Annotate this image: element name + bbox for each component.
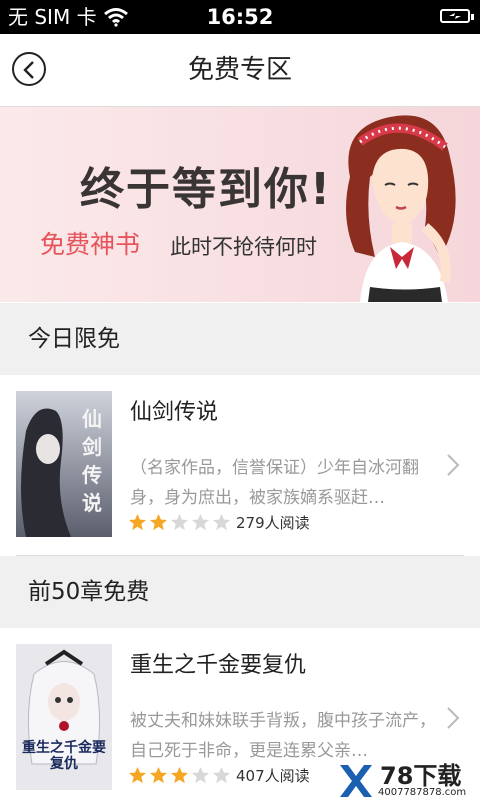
cover-title: 重生之千金要复仇 [22,740,106,772]
promo-banner[interactable]: 终于等到你! 免费神书 此时不抢待何时 [0,107,480,302]
section-label: 前50章免费 [28,579,150,605]
book-cover: 重生之千金要复仇 [16,644,112,790]
book-description: （名家作品，信誉保证）少年自冰河翻身，身为庶出，被家族嫡系驱赶… [130,458,419,508]
nav-bar: 免费专区 [0,34,480,107]
star-filled-icon [149,766,168,784]
star-empty-icon [212,513,231,531]
read-count: 279人阅读 [236,514,310,532]
battery-icon [440,9,474,23]
book-description: 被丈夫和妹妹联手背叛，腹中孩子流产，自己死于非命，更是连累父亲… [130,711,436,761]
star-filled-icon [128,513,147,531]
x-logo-icon [340,765,372,797]
banner-tag: 免费神书 [40,230,141,259]
charging-icon [449,13,461,19]
rating-stars [128,766,231,785]
banner-slogan: 此时不抢待何时 [170,235,317,259]
book-cover: 仙剑传说 [16,391,112,537]
cover-title: 仙剑传说 [82,407,102,515]
section-header-free-today: 今日限免 [0,303,480,375]
star-empty-icon [212,766,231,784]
page-title: 免费专区 [187,55,292,85]
banner-headline: 终于等到你! [80,164,333,215]
watermark-brand: 78下载 [380,762,462,790]
book-item-xianjian[interactable]: 仙剑传说 仙剑传说 （名家作品，信誉保证）少年自冰河翻身，身为庶出，被家族嫡系驱… [0,375,480,555]
site-watermark: 78下载 4007787878.com [330,762,480,800]
clock: 16:52 [206,5,274,29]
chevron-right-icon [447,707,460,729]
girl-illustration [346,115,456,302]
chevron-right-icon [447,454,460,476]
book-title: 仙剑传说 [130,400,219,425]
star-filled-icon [128,766,147,784]
star-empty-icon [170,513,189,531]
star-empty-icon [191,513,210,531]
section-label: 今日限免 [28,326,120,352]
star-empty-icon [191,766,210,784]
star-filled-icon [149,513,168,531]
rating-stars [128,513,231,532]
read-count: 407人阅读 [236,767,310,785]
section-header-first-50-free: 前50章免费 [0,556,480,628]
watermark-url: 4007787878.com [378,787,467,798]
book-title: 重生之千金要复仇 [130,653,307,678]
star-filled-icon [170,766,189,784]
status-bar: 无 SIM 卡 16:52 [0,0,480,34]
